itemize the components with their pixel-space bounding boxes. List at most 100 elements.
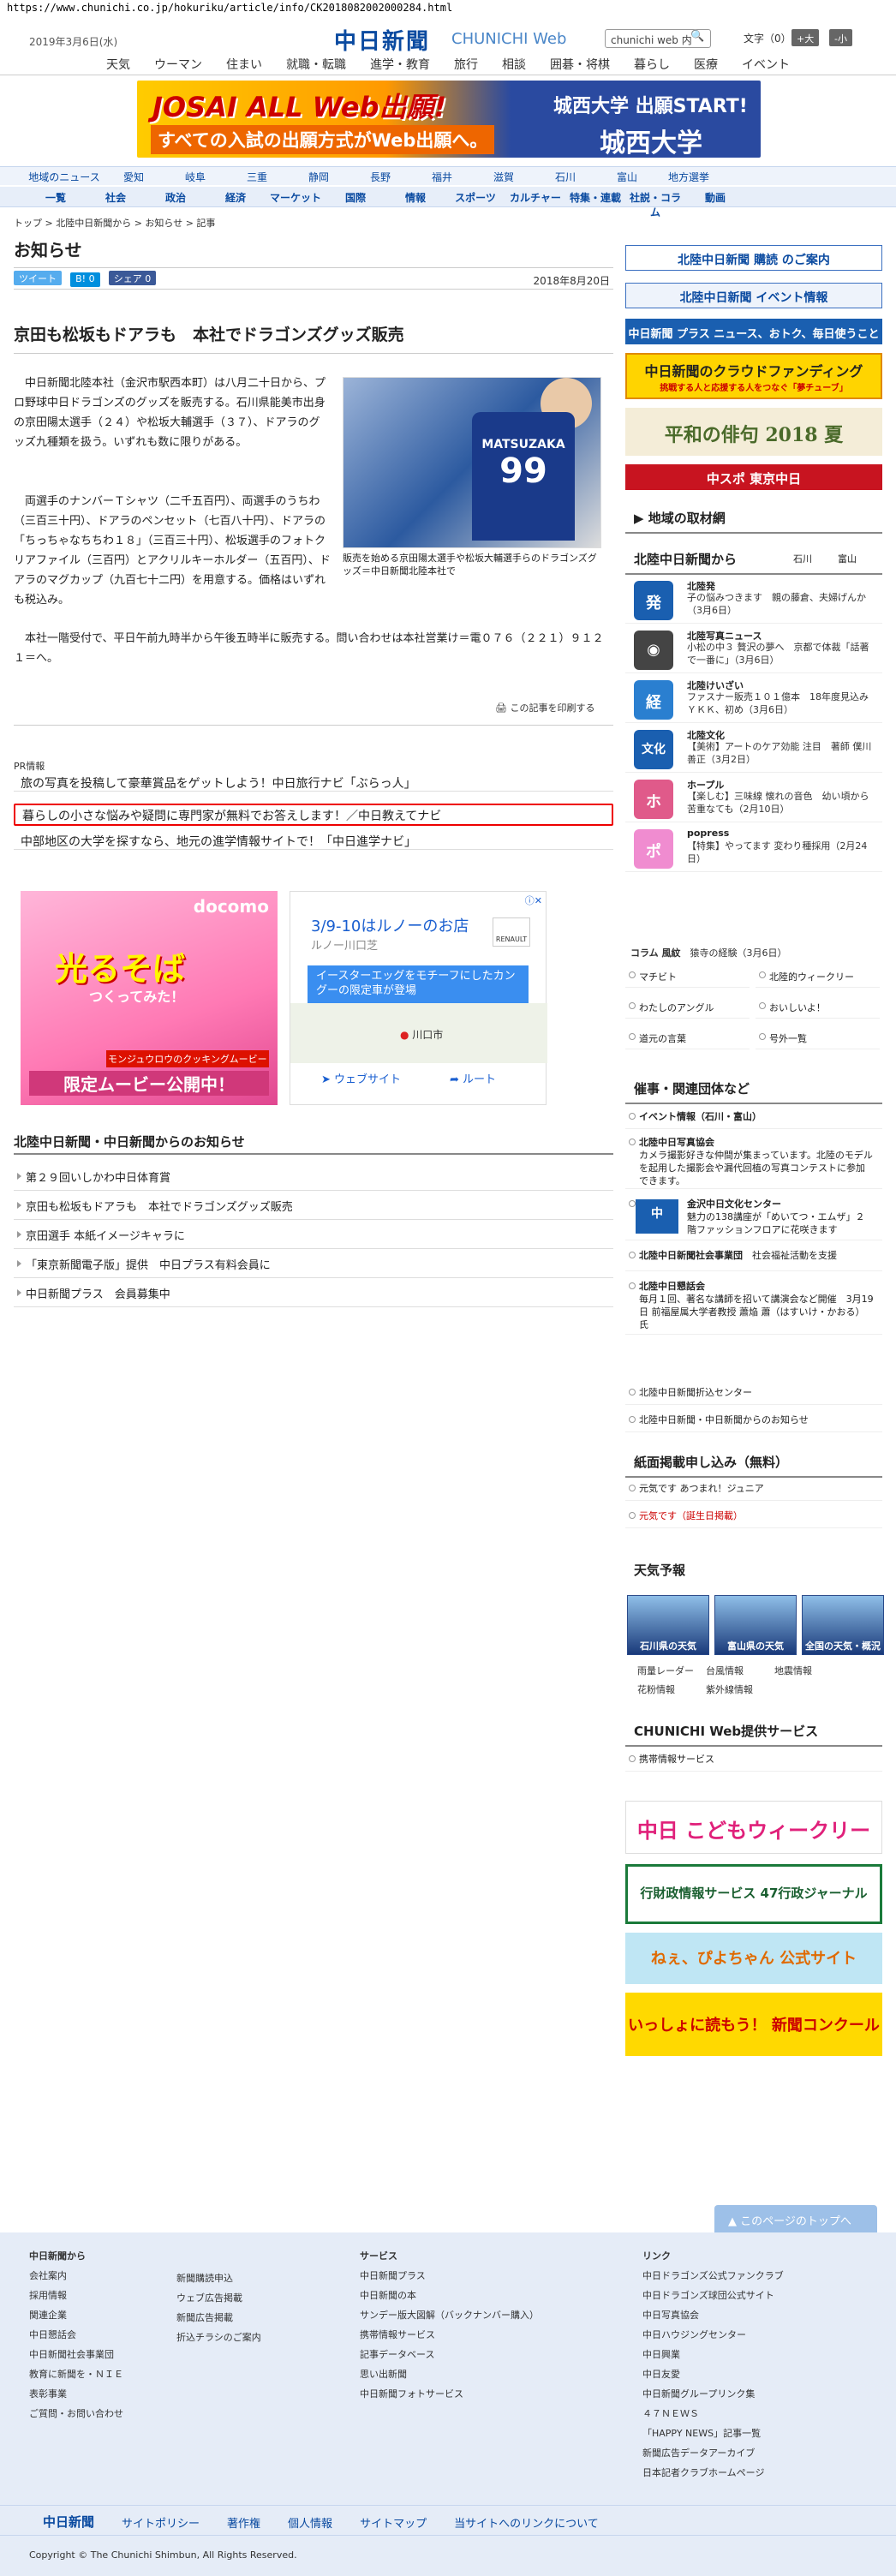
pr-link[interactable]: 中部地区の大学を探すなら、地元の進学情報サイトで！「中日進学ナビ」 [14, 831, 613, 850]
footer-link[interactable]: 中日新聞グループリンク集 [642, 2384, 784, 2404]
region-item[interactable]: 愛知 [103, 167, 164, 185]
event-item[interactable]: 北陸中日新聞社会事業団 社会福祉活動を支援 [625, 1244, 882, 1271]
event-item[interactable]: 北陸中日新聞・中日新聞からのお知らせ [625, 1408, 882, 1432]
print-link[interactable]: 🖨 この記事を印刷する [495, 701, 594, 714]
ad-route-button[interactable]: ➦ ルート [450, 1070, 496, 1086]
sidebar-link[interactable]: 北陸的ウィークリー [756, 966, 880, 988]
footer-link[interactable]: 教育に新聞を・ＮＩＥ [29, 2364, 123, 2384]
weather-ishikawa[interactable]: 石川県の天気 [627, 1595, 709, 1655]
category-item[interactable]: 経済 [206, 187, 266, 206]
notice-item[interactable]: 京田選手 本紙イメージキャラに [14, 1220, 613, 1249]
footer-link[interactable]: 新聞広告データアーカイブ [642, 2443, 784, 2463]
footer-link[interactable]: 中日懇話会 [29, 2325, 123, 2345]
footer-link[interactable]: 記事データベース [360, 2345, 539, 2364]
event-info-button[interactable]: 北陸中日新聞 イベント情報 [625, 283, 882, 308]
region-item[interactable]: 石川 [535, 167, 596, 185]
footer-link[interactable]: 思い出新聞 [360, 2364, 539, 2384]
sidebar-link[interactable]: 道元の言葉 [625, 1028, 750, 1049]
column-link[interactable]: コラム 風紋 猿寺の経験（3月6日） [625, 946, 882, 959]
gyosei-banner[interactable]: 行財政情報サービス 47行政ジャーナル [625, 1864, 882, 1924]
footer-link[interactable]: 中日友愛 [642, 2364, 784, 2384]
footer-nav-link[interactable]: サイトポリシー [108, 2506, 213, 2535]
local-network-title[interactable]: ▶ 地域の取材網 [625, 504, 882, 534]
kodomo-weekly-banner[interactable]: 中日 こどもウィークリー [625, 1801, 882, 1854]
sidebar-feature-item[interactable]: 発 北陸発 子の悩みつきます 親の藤倉、夫婦げんか（3月6日） [625, 576, 882, 624]
region-item[interactable]: 地域のニュース [26, 167, 103, 185]
category-item[interactable]: マーケット [266, 187, 326, 206]
region-item[interactable]: 岐阜 [164, 167, 226, 185]
region-item[interactable]: 福井 [411, 167, 473, 185]
article-photo[interactable]: MATSUZAKA 99 [343, 377, 601, 548]
tweet-button[interactable]: ツイート [14, 271, 62, 285]
notice-item[interactable]: 京田も松坂もドアラも 本社でドラゴンズグッズ販売 [14, 1191, 613, 1220]
services-link[interactable]: 携帯情報サービス [625, 1748, 882, 1772]
sidebar-link[interactable]: マチビト [625, 966, 750, 988]
apply-link[interactable]: 元気です（誕生日掲載） [625, 1504, 882, 1528]
footer-link[interactable]: ウェブ広告掲載 [176, 2288, 261, 2308]
weather-link[interactable]: 紫外線情報 [694, 1681, 771, 1700]
weather-link[interactable]: 雨量レーダー [625, 1662, 694, 1681]
crowdfunding-banner[interactable]: 中日新聞のクラウドファンディング 挑戦する人と応援する人をつなぐ「夢チューブ」 [625, 353, 882, 399]
footer-nav-link[interactable]: サイトマップ [346, 2506, 440, 2535]
gnav-item[interactable]: 旅行 [442, 53, 490, 75]
category-item[interactable]: 動画 [685, 187, 745, 206]
weather-link[interactable]: 地震情報 [762, 1662, 831, 1681]
footer-link[interactable]: 新聞広告掲載 [176, 2308, 261, 2328]
category-item[interactable]: 国際 [326, 187, 385, 206]
sidebar-link[interactable]: わたしのアングル [625, 997, 750, 1019]
sidebar-feature-item[interactable]: 文化 北陸文化 【美術】アートのケア効能 注目 著師 僕川善正（3月2日） [625, 725, 882, 773]
weather-link[interactable]: 台風情報 [694, 1662, 762, 1681]
weather-toyama[interactable]: 富山県の天気 [714, 1595, 797, 1655]
sidebar-feature-item[interactable]: ポ popress 【特集】やってます 変わり種採用（2月24日） [625, 824, 882, 872]
footer-link[interactable]: 「HAPPY NEWS」記事一覧 [642, 2424, 784, 2443]
gnav-item[interactable]: ウーマン [142, 53, 214, 75]
nie-banner[interactable]: いっしょに読もう！ 新聞コンクール [625, 1993, 882, 2056]
gnav-item[interactable]: 就職・転職 [274, 53, 358, 75]
page-top-button[interactable]: ▲ このページのトップへ [714, 2205, 877, 2232]
footer-link[interactable]: 中日新聞フォトサービス [360, 2384, 539, 2404]
hokuriku-link-toyama[interactable]: 富山 [838, 552, 857, 565]
search-icon[interactable]: 🔍 [690, 30, 704, 43]
gnav-item[interactable]: 医療 [682, 53, 730, 75]
ad-choices-icon[interactable]: ⓘ✕ [525, 894, 542, 907]
gnav-item[interactable]: 暮らし [622, 53, 682, 75]
footer-nav-link[interactable]: 当サイトへのリンクについて [440, 2506, 612, 2535]
hatena-button[interactable]: B! 0 [70, 272, 100, 287]
footer-link[interactable]: 中日ハウジングセンター [642, 2325, 784, 2345]
footer-nav-link[interactable]: 個人情報 [274, 2506, 346, 2535]
footer-link[interactable]: 関連企業 [29, 2305, 123, 2325]
hokuriku-link-ishikawa[interactable]: 石川 [793, 552, 812, 565]
gnav-item[interactable]: イベント [730, 53, 802, 75]
footer-link[interactable]: 中日ドラゴンズ公式ファンクラブ [642, 2266, 784, 2286]
footer-nav-link[interactable]: 著作権 [213, 2506, 274, 2535]
gnav-item[interactable]: 天気 [94, 53, 142, 75]
category-item[interactable]: 情報 [385, 187, 445, 206]
pr-link-highlighted[interactable]: 暮らしの小さな悩みや疑問に専門家が無料でお答えします！／中日教えてナビ [14, 804, 613, 826]
region-item[interactable]: 長野 [349, 167, 411, 185]
footer-link[interactable]: 中日新聞プラス [360, 2266, 539, 2286]
event-item[interactable]: 中金沢中日文化センター 魅力の138講座が「めいてつ・エムザ」２階ファッションフロ… [625, 1192, 882, 1240]
font-small-button[interactable]: -小 [829, 29, 852, 46]
footer-link[interactable]: 中日新聞の本 [360, 2286, 539, 2305]
apply-link[interactable]: 元気です あつまれ！ジュニア [625, 1477, 882, 1501]
sidebar-feature-item[interactable]: 経 北陸けいざい ファスナー販売１０１億本 18年度見込み ＹＫＫ、初め（3月6… [625, 675, 882, 723]
pr-link[interactable]: 旅の写真を投稿して豪華賞品をゲットしよう！中日旅行ナビ「ぶらっ人」 [14, 773, 613, 792]
event-item[interactable]: 北陸中日写真協会 カメラ撮影好きな仲間が集まっています。北陸のモデルを起用した撮影… [625, 1131, 882, 1189]
sidebar-link[interactable]: 号外一覧 [756, 1028, 880, 1049]
gnav-item[interactable]: 住まい [214, 53, 274, 75]
gnav-item[interactable]: 進学・教育 [358, 53, 442, 75]
sidebar-feature-item[interactable]: ◉ 北陸写真ニュース 小松の中３ 贅沢の夢へ 京都で体裁「話著で一番に」（3月6… [625, 625, 882, 673]
weather-link[interactable]: 花粉情報 [625, 1681, 694, 1700]
chuspo-banner[interactable]: 中スポ 東京中日 [625, 464, 882, 490]
category-item[interactable]: 社説・コラム [625, 187, 685, 218]
region-item[interactable]: 地方選挙 [658, 167, 720, 185]
footer-link[interactable]: 日本記者クラブホームページ [642, 2463, 784, 2483]
breadcrumb[interactable]: トップ > 北陸中日新聞から > お知らせ > 記事 [14, 216, 215, 230]
font-large-button[interactable]: +大 [791, 29, 820, 46]
footer-link[interactable]: 会社案内 [29, 2266, 123, 2286]
footer-link[interactable]: 採用情報 [29, 2286, 123, 2305]
facebook-share-button[interactable]: シェア 0 [108, 271, 157, 285]
footer-link[interactable]: 折込チラシのご案内 [176, 2328, 261, 2347]
footer-logo[interactable]: 中日新聞 [29, 2506, 108, 2535]
event-item[interactable]: 北陸中日懇話会 毎月１回、著名な講師を招いて講演会など開催 3月19日 前福屋属大… [625, 1275, 882, 1335]
